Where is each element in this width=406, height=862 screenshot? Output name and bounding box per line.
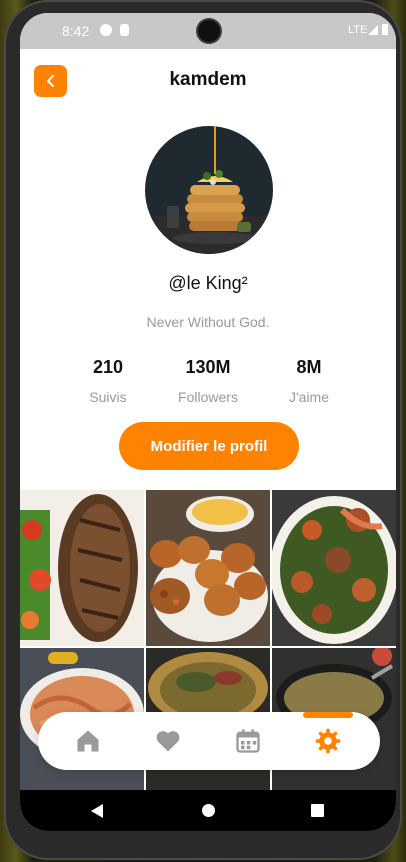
- network-type: LTE: [348, 24, 368, 36]
- stat-likes-value: 8M: [296, 357, 322, 377]
- system-recents-icon[interactable]: [311, 804, 324, 817]
- stat-following-value: 210: [92, 357, 124, 377]
- profile-handle: @le King²: [168, 273, 248, 293]
- sim-card-icon: [120, 24, 129, 36]
- page-title: kamdem: [169, 69, 247, 90]
- system-back-icon[interactable]: [91, 804, 103, 818]
- puff-puff-photo[interactable]: [146, 490, 270, 646]
- system-nav-bar: [20, 790, 396, 831]
- battery-icon: [382, 24, 388, 35]
- stat-followers-label: Followers: [178, 389, 238, 405]
- profile-bio: Never Without God.: [146, 314, 270, 330]
- screen: 8:42 LTE kamdem @le King² Never Without …: [20, 13, 396, 831]
- active-tab-indicator: [303, 712, 353, 718]
- bottom-nav: [38, 712, 380, 770]
- stat-following[interactable]: 210 Suivis: [78, 357, 138, 405]
- stat-followers[interactable]: 130M Followers: [168, 357, 248, 405]
- seafood-stew-photo[interactable]: [272, 490, 396, 646]
- phone-frame: 8:42 LTE kamdem @le King² Never Without …: [4, 0, 402, 860]
- avatar: [145, 126, 273, 254]
- system-home-icon[interactable]: [202, 804, 215, 817]
- heart-icon[interactable]: [154, 727, 182, 755]
- front-camera: [198, 20, 220, 42]
- stat-following-label: Suivis: [89, 389, 127, 405]
- grilled-fish-photo[interactable]: [20, 490, 144, 646]
- notification-icon: [100, 24, 112, 36]
- home-icon[interactable]: [74, 727, 102, 755]
- edit-profile-button[interactable]: Modifier le profil: [119, 422, 299, 470]
- settings-icon[interactable]: [314, 727, 342, 755]
- calendar-icon[interactable]: [234, 727, 262, 755]
- stat-likes[interactable]: 8M J'aime: [279, 357, 339, 405]
- stat-likes-label: J'aime: [288, 389, 330, 405]
- signal-icon: [368, 25, 378, 35]
- status-bar: 8:42 LTE: [20, 13, 396, 49]
- stat-followers-value: 130M: [185, 357, 231, 377]
- status-time: 8:42: [62, 23, 90, 39]
